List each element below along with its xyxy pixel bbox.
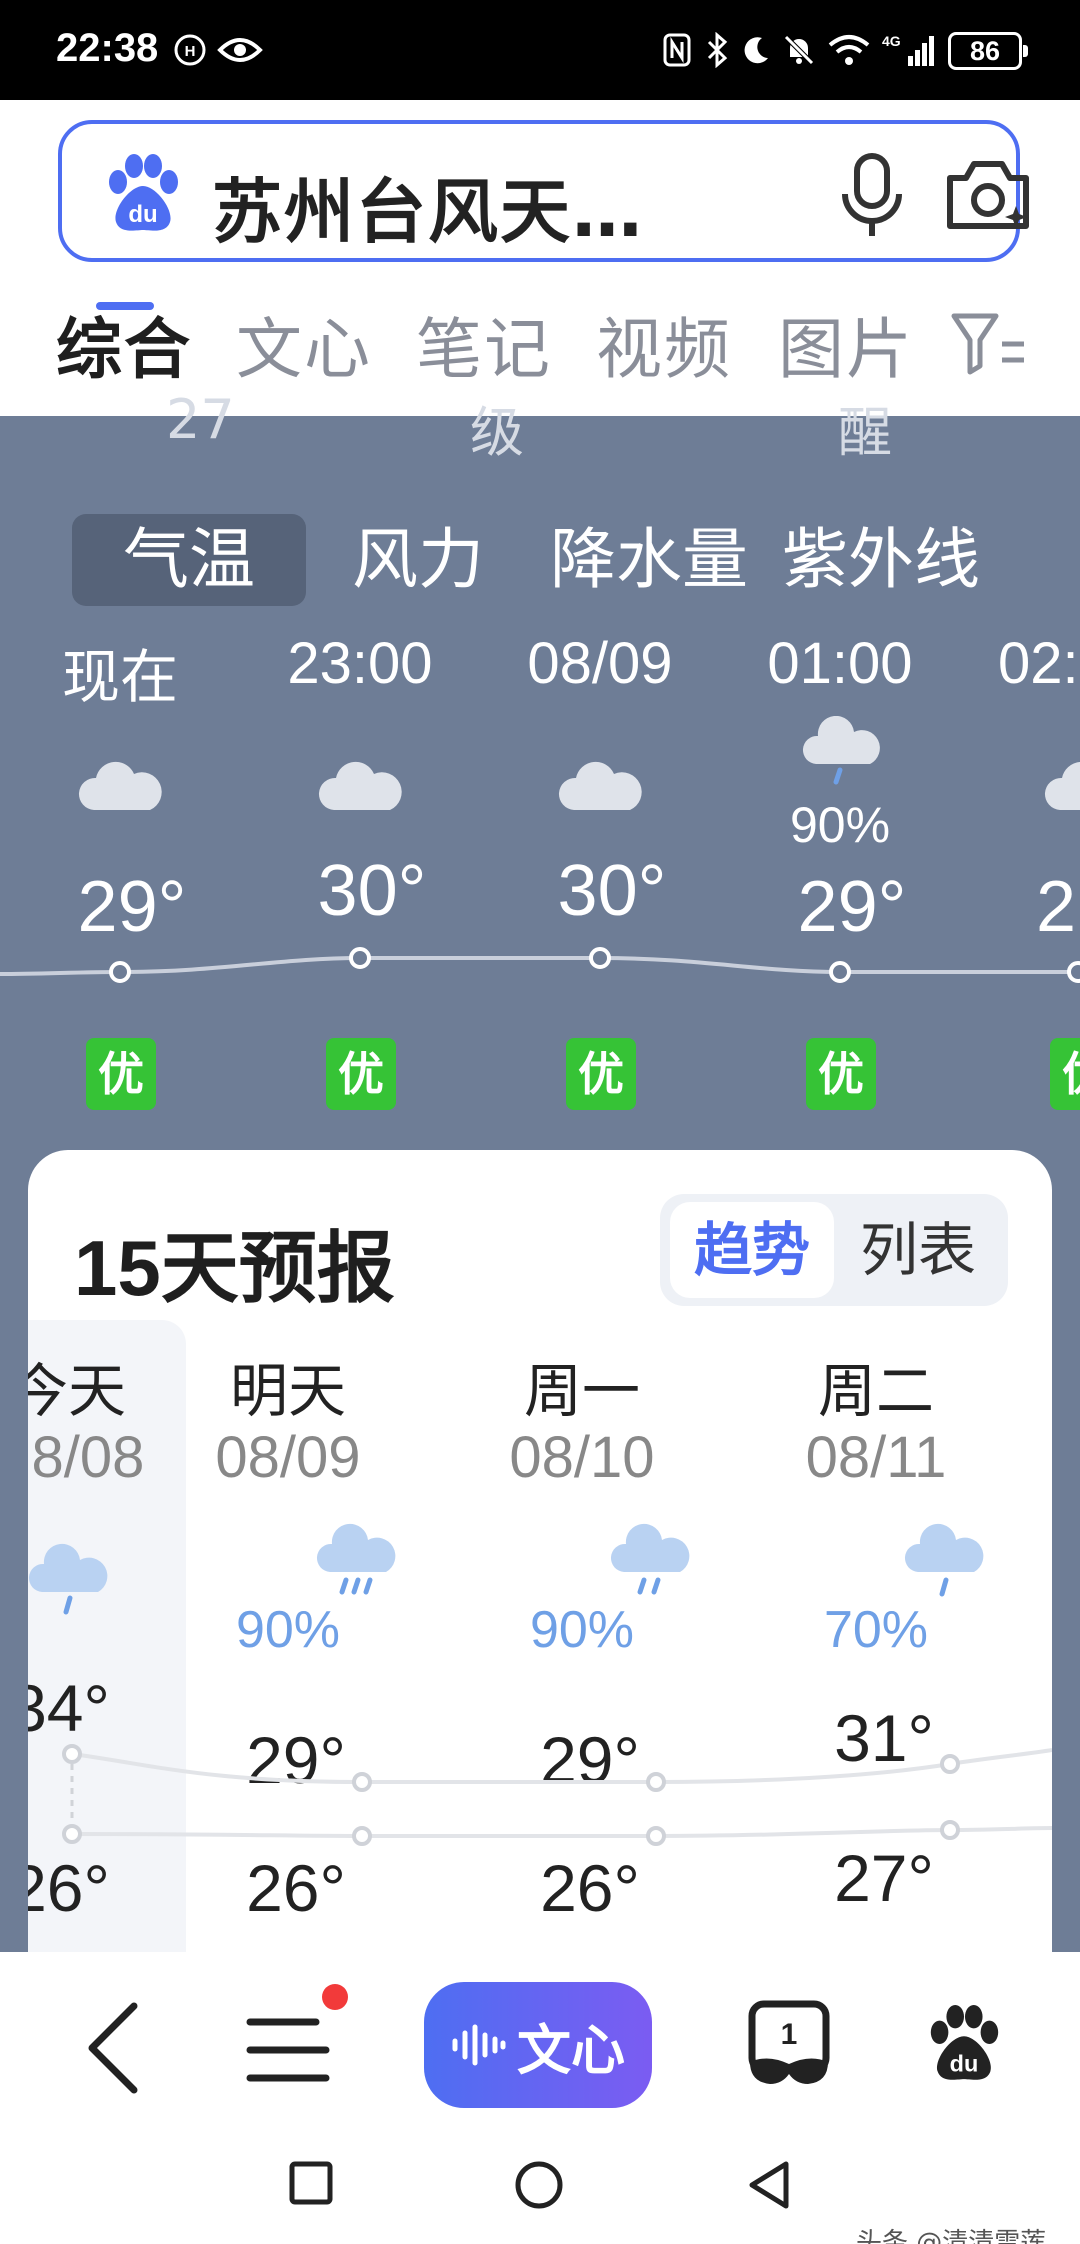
wenxin-button[interactable]: 文心 [424,1982,652,2108]
metric-tab-temperature[interactable]: 气温 [72,514,306,606]
cut-off-text: 级 [470,401,524,464]
hour-time: 23:00 [287,631,433,696]
cloudy-icon [78,761,162,810]
precip-probability: 90% [235,1601,341,1659]
microphone-icon[interactable] [832,150,912,240]
day-low-temp: 26° [246,1851,346,1925]
day-date: 08/11 [805,1425,947,1490]
rain-icon [316,1523,396,1595]
camera-search-icon[interactable] [942,152,1034,238]
air-quality-badge: 优 [566,1038,636,1110]
precip-probability: 70% [823,1601,929,1659]
wenxin-label: 文心 [517,2018,625,2082]
nfc-icon [660,30,694,70]
moon-icon [738,30,774,70]
search-tabs: 综合 文心 笔记 视频 图片 [0,296,1080,416]
precip-probability: 90% [529,1601,635,1659]
back-icon[interactable] [80,2000,144,2096]
metric-tab-precipitation[interactable]: 降水量 [550,514,748,606]
mute-bell-icon [780,30,818,70]
hour-time: 02: [998,631,1079,696]
baidu-logo-icon: du [109,154,178,231]
svg-text:du: du [950,2050,979,2076]
day-low-temp: 26° [28,1851,110,1925]
tab-video[interactable]: 视频 [596,296,732,392]
day-name: 明天 [229,1357,346,1425]
svg-text:4G: 4G [882,33,901,49]
voice-wave-icon [452,2024,506,2066]
trend-view-button[interactable]: 趋势 [670,1202,834,1298]
air-quality-badge: 优 [86,1038,156,1110]
cloudy-icon [318,761,402,810]
signal-icon: 4G [880,30,936,70]
tab-count: 1 [781,2018,798,2051]
system-back-icon[interactable] [746,2160,792,2210]
active-tab-indicator [96,302,154,310]
air-quality-badge: 优 [1050,1038,1080,1110]
light-rain-icon [28,1543,108,1615]
watermark: 头条 @清清雪莲 [856,2228,1047,2244]
day-name: 周一 [523,1357,640,1425]
svg-text:du: du [128,201,157,228]
air-quality-badge: 优 [326,1038,396,1110]
tabs-button[interactable]: 1 [744,1998,834,2094]
hd-call-icon: H [172,30,208,70]
light-rain-icon [904,1523,984,1597]
incognito-tabs-icon: 1 [748,2000,830,2084]
metric-tab-wind[interactable]: 风力 [352,514,484,606]
precip-probability: 90% [789,797,891,853]
metric-tab-uv[interactable]: 紫外线 [782,514,980,606]
view-toggle: 趋势 列表 [660,1194,1008,1306]
baidu-home-icon[interactable]: du [922,2000,1006,2090]
air-quality-badge: 优 [806,1038,876,1110]
svg-text:H: H [185,43,196,60]
forecast-title: 15天预报 [74,1224,395,1312]
wifi-icon [826,30,872,70]
cut-off-text: 醒 [838,401,892,464]
day-name: 周二 [817,1357,934,1425]
search-header: du 苏州台风天… 综合 文心 笔记 视频 图片 [0,100,1080,416]
hour-time: 08/09 [527,631,673,696]
day-low-temp: 27° [834,1841,934,1915]
tab-images[interactable]: 图片 [778,296,914,392]
hourly-temperature-curve [0,947,1080,983]
tab-notes[interactable]: 笔记 [416,296,552,392]
day-date: 8/08 [31,1425,145,1490]
status-bar: 22:38 H 4G 86 [0,0,1080,100]
filter-icon[interactable] [950,310,1030,380]
recent-apps-icon[interactable] [288,2160,334,2206]
notification-dot [322,1984,348,2010]
rain-icon [610,1523,690,1595]
hour-time: 01:00 [767,631,913,696]
day-name: 今天 [28,1357,126,1425]
cut-off-text: 27 [166,388,235,451]
day-date: 08/09 [215,1425,361,1490]
hour-time: 现在 [61,645,178,710]
search-box[interactable]: du 苏州台风天… [58,120,1029,262]
list-view-button[interactable]: 列表 [836,1202,1000,1298]
bluetooth-icon [702,30,732,70]
light-rain-icon [802,716,880,785]
metric-tabs: 气温 风力 降水量 紫外线 [70,514,1030,606]
status-time: 22:38 [56,26,159,70]
home-icon[interactable] [514,2160,564,2210]
menu-icon[interactable] [246,2016,330,2084]
cloudy-icon [1045,761,1080,810]
day-date: 08/10 [509,1425,655,1490]
day-low-temp: 26° [540,1851,640,1925]
eye-icon [216,30,264,70]
search-query[interactable]: 苏州台风天… [212,156,644,257]
tab-comprehensive[interactable]: 综合 [56,296,192,392]
battery-indicator: 86 [948,32,1028,70]
tab-wenxin[interactable]: 文心 [236,296,372,392]
cloudy-icon [558,761,642,810]
